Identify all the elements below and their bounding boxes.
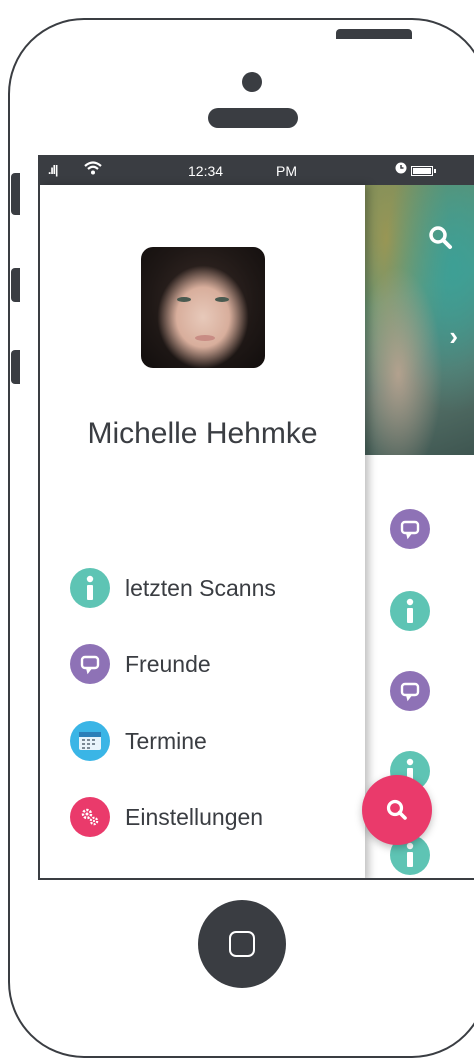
menu-item-letzten-scanns[interactable]: letzten Scanns	[70, 567, 276, 609]
gears-icon	[70, 797, 110, 837]
earpiece-speaker	[208, 108, 298, 128]
profile-name: Michelle Hehmke	[87, 417, 318, 450]
power-button[interactable]	[336, 29, 412, 39]
background-photo: ›	[365, 185, 474, 455]
status-ampm: PM	[276, 163, 297, 179]
avatar[interactable]	[141, 247, 265, 368]
status-bar: .ıl| 12:34 PM	[40, 157, 474, 185]
avatar-eye	[177, 297, 191, 302]
clock-icon	[395, 162, 407, 177]
navigation-drawer: Michelle Hehmke letzten Scanns Freunde T…	[40, 185, 365, 878]
chat-bubble-icon[interactable]	[390, 509, 430, 549]
battery-icon	[411, 166, 436, 176]
menu-item-label: Freunde	[125, 650, 211, 677]
search-icon[interactable]	[428, 225, 454, 251]
menu-item-einstellungen[interactable]: Einstellungen	[70, 796, 263, 838]
chat-bubble-icon[interactable]	[390, 671, 430, 711]
mute-switch[interactable]	[11, 173, 20, 215]
status-time: 12:34	[188, 163, 224, 179]
info-icon[interactable]	[390, 591, 430, 631]
chat-bubble-icon	[70, 644, 110, 684]
chevron-right-icon[interactable]: ›	[449, 321, 458, 352]
search-icon	[386, 799, 407, 820]
volume-down-button[interactable]	[11, 350, 20, 384]
menu-item-freunde[interactable]: Freunde	[70, 643, 211, 685]
menu-item-label: Einstellungen	[125, 803, 264, 830]
signal-bars-icon: .ıl|	[48, 163, 58, 177]
home-square-icon	[229, 931, 255, 957]
avatar-lips	[195, 335, 215, 341]
wifi-icon	[83, 160, 103, 181]
info-icon	[70, 568, 110, 608]
search-fab-button[interactable]	[362, 775, 432, 845]
calendar-icon	[70, 721, 110, 761]
menu-item-termine[interactable]: Termine	[70, 720, 207, 762]
volume-up-button[interactable]	[11, 268, 20, 302]
phone-screen: .ıl| 12:34 PM › Michelle Hehmke letzten …	[38, 155, 474, 880]
menu-item-label: Termine	[125, 727, 207, 754]
avatar-eye	[215, 297, 229, 302]
menu-item-label: letzten Scanns	[125, 574, 276, 601]
front-camera	[242, 72, 262, 92]
home-button[interactable]	[198, 900, 286, 988]
